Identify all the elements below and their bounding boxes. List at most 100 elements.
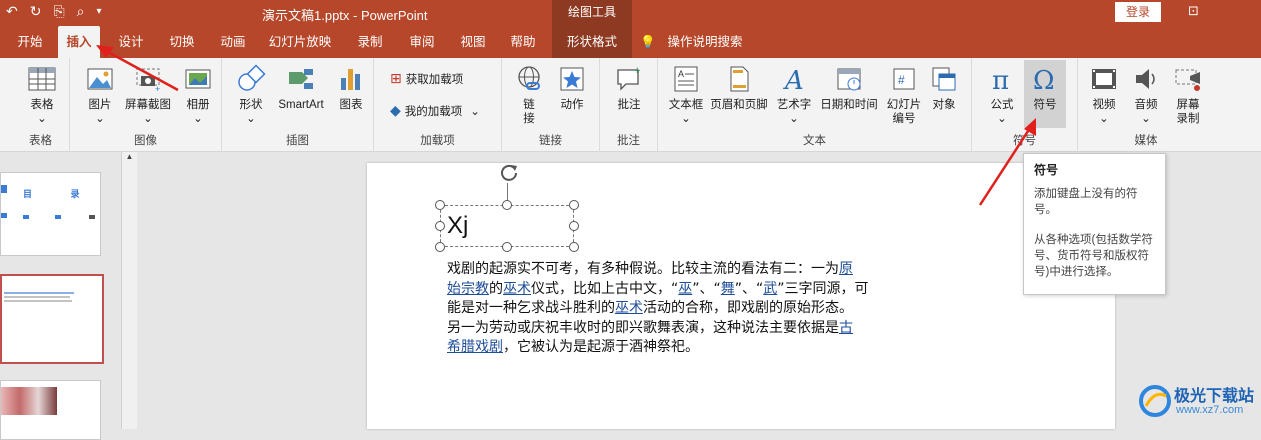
resize-handle-tr[interactable] bbox=[569, 200, 579, 210]
svg-text:A: A bbox=[678, 69, 684, 79]
link-ancient[interactable]: 古 bbox=[839, 320, 853, 336]
comment-icon: + bbox=[617, 65, 640, 91]
link-religion[interactable]: 始宗教 bbox=[447, 281, 489, 297]
wordart-icon: A bbox=[783, 66, 804, 94]
tab-help[interactable]: 帮助 bbox=[505, 26, 541, 58]
preview-icon[interactable]: ⌕ bbox=[77, 3, 85, 20]
link-primitive[interactable]: 原 bbox=[839, 261, 853, 277]
site-watermark: 极光下载站 www.xz7.com bbox=[1138, 380, 1254, 424]
group-label-text: 文本 bbox=[803, 135, 826, 147]
quick-access-toolbar: ↶ ↻ ⎘ ⌕ ▾ bbox=[6, 3, 102, 20]
link-greek-drama[interactable]: 希腊戏剧 bbox=[447, 339, 503, 355]
smartart-icon bbox=[289, 69, 313, 89]
my-addins-button[interactable]: ◆ 我的加载项 ⌄ bbox=[390, 102, 480, 119]
slide-thumbnail-panel: 目 录 bbox=[0, 152, 137, 440]
selected-textbox[interactable]: Xj bbox=[440, 205, 574, 247]
action-button[interactable]: 动作 bbox=[554, 64, 590, 112]
tab-insert[interactable]: 插入 bbox=[58, 26, 100, 58]
tell-me-search[interactable]: 操作说明搜索 bbox=[664, 26, 746, 58]
slide-thumbnail-2-selected[interactable] bbox=[0, 274, 104, 364]
group-label-table: 表格 bbox=[29, 135, 52, 147]
comment-button[interactable]: + 批注 bbox=[612, 64, 646, 112]
textbox-button[interactable]: A 文本框 ⌄ bbox=[666, 64, 706, 126]
login-button[interactable]: 登录 bbox=[1115, 2, 1161, 22]
group-text: A 文本框 ⌄ 页眉和页脚 A 艺术字 ⌄ 日期和时间 # 幻灯片 编号 对象 … bbox=[658, 58, 972, 152]
header-footer-button[interactable]: 页眉和页脚 bbox=[708, 64, 770, 112]
tab-record[interactable]: 录制 bbox=[352, 26, 388, 58]
symbol-button[interactable]: Ω 符号 bbox=[1024, 60, 1066, 128]
link-witchcraft-2[interactable]: 巫术 bbox=[615, 300, 643, 316]
screenshot-button[interactable]: + 屏幕截图 ⌄ bbox=[120, 64, 176, 126]
tab-review[interactable]: 审阅 bbox=[404, 26, 440, 58]
resize-handle-t[interactable] bbox=[502, 200, 512, 210]
resize-handle-bl[interactable] bbox=[435, 242, 445, 252]
photo-album-button[interactable]: 相册 ⌄ bbox=[178, 64, 218, 126]
smartart-button[interactable]: SmartArt bbox=[272, 64, 330, 112]
resize-handle-l[interactable] bbox=[435, 221, 445, 231]
link-button[interactable]: 链接 bbox=[512, 64, 546, 126]
svg-text:+: + bbox=[155, 84, 160, 94]
tab-slideshow[interactable]: 幻灯片放映 bbox=[266, 26, 334, 58]
shapes-button[interactable]: 形状 ⌄ bbox=[232, 64, 270, 126]
object-button[interactable]: 对象 bbox=[926, 64, 962, 112]
table-icon bbox=[28, 67, 56, 91]
get-addins-button[interactable]: ⊞ 获取加载项 bbox=[390, 70, 463, 87]
present-icon[interactable]: ⎘ bbox=[53, 3, 64, 20]
speaker-icon bbox=[1136, 69, 1155, 89]
rotate-handle-icon[interactable] bbox=[497, 160, 521, 184]
textbox-content[interactable]: Xj bbox=[447, 212, 468, 240]
slide-body-text[interactable]: 戏剧的起源实不可考，有多种假说。比较主流的看法有二：一为原 始宗教的巫术仪式，比… bbox=[447, 260, 922, 358]
resize-handle-b[interactable] bbox=[502, 242, 512, 252]
ribbon-tab-bar: 开始 插入 设计 切换 动画 幻灯片放映 录制 审阅 视图 帮助 形状格式 💡 … bbox=[0, 26, 1261, 58]
tab-animations[interactable]: 动画 bbox=[214, 26, 252, 58]
slide-thumbnail-1[interactable]: 目 录 bbox=[0, 172, 101, 256]
video-button[interactable]: 视频 ⌄ bbox=[1084, 64, 1124, 126]
tab-view[interactable]: 视图 bbox=[455, 26, 491, 58]
tab-home[interactable]: 开始 bbox=[8, 26, 52, 58]
chart-button[interactable]: 图表 bbox=[334, 64, 368, 112]
redo-icon[interactable]: ↻ bbox=[30, 3, 42, 20]
ribbon: 表格 ⌄ 表格 图片 ⌄ + 屏幕截图 ⌄ 相册 ⌄ 图像 形状 ⌄ Smart… bbox=[0, 58, 1261, 152]
chevron-down-icon: ⌄ bbox=[470, 105, 480, 118]
table-button[interactable]: 表格 ⌄ bbox=[22, 64, 62, 126]
screen-recording-button[interactable]: 屏幕 录制 bbox=[1168, 64, 1208, 126]
wordart-button[interactable]: A 艺术字 ⌄ bbox=[772, 64, 816, 126]
slide-thumbnail-3[interactable] bbox=[0, 380, 101, 440]
link-witchcraft[interactable]: 巫术 bbox=[503, 281, 531, 297]
resize-handle-tl[interactable] bbox=[435, 200, 445, 210]
watermark-logo-icon bbox=[1139, 385, 1171, 417]
equation-button[interactable]: π 公式 ⌄ bbox=[980, 64, 1024, 126]
tab-transitions[interactable]: 切换 bbox=[163, 26, 201, 58]
action-star-icon bbox=[560, 67, 584, 91]
chart-icon bbox=[341, 69, 360, 90]
calendar-icon bbox=[837, 68, 861, 91]
pi-icon: π bbox=[992, 66, 1009, 94]
svg-text:A: A bbox=[783, 66, 804, 94]
group-label-addins: 加载项 bbox=[420, 135, 455, 147]
slide-number-button[interactable]: # 幻灯片 编号 bbox=[884, 64, 924, 126]
link-wu[interactable]: 巫 bbox=[678, 281, 692, 297]
shapes-icon bbox=[238, 64, 266, 91]
lightbulb-icon: 💡 bbox=[640, 35, 656, 49]
group-label-media: 媒体 bbox=[1134, 135, 1158, 147]
undo-icon[interactable]: ↶ bbox=[6, 3, 18, 20]
scroll-up-icon[interactable]: ▲ bbox=[122, 152, 137, 161]
screen-record-icon bbox=[1175, 69, 1200, 91]
ribbon-display-icon[interactable]: ⊡ bbox=[1188, 3, 1199, 19]
photo-album-icon bbox=[185, 69, 211, 89]
resize-handle-r[interactable] bbox=[569, 221, 579, 231]
date-time-button[interactable]: 日期和时间 bbox=[816, 64, 882, 112]
resize-handle-br[interactable] bbox=[569, 242, 579, 252]
link-martial[interactable]: 武 bbox=[763, 281, 777, 297]
store-icon: ⊞ bbox=[390, 70, 402, 86]
link-dance[interactable]: 舞 bbox=[721, 281, 735, 297]
textbox-icon: A bbox=[674, 66, 698, 92]
thumbnail-scrollbar[interactable]: ▲ bbox=[121, 152, 137, 429]
customize-icon[interactable]: ▾ bbox=[97, 6, 102, 20]
audio-button[interactable]: 音频 ⌄ bbox=[1126, 64, 1166, 126]
watermark-brand: 极光下载站 bbox=[1174, 388, 1255, 405]
tab-shape-format[interactable]: 形状格式 bbox=[552, 26, 632, 58]
picture-button[interactable]: 图片 ⌄ bbox=[82, 64, 118, 126]
watermark-url: www.xz7.com bbox=[1176, 404, 1244, 416]
tab-design[interactable]: 设计 bbox=[111, 26, 151, 58]
